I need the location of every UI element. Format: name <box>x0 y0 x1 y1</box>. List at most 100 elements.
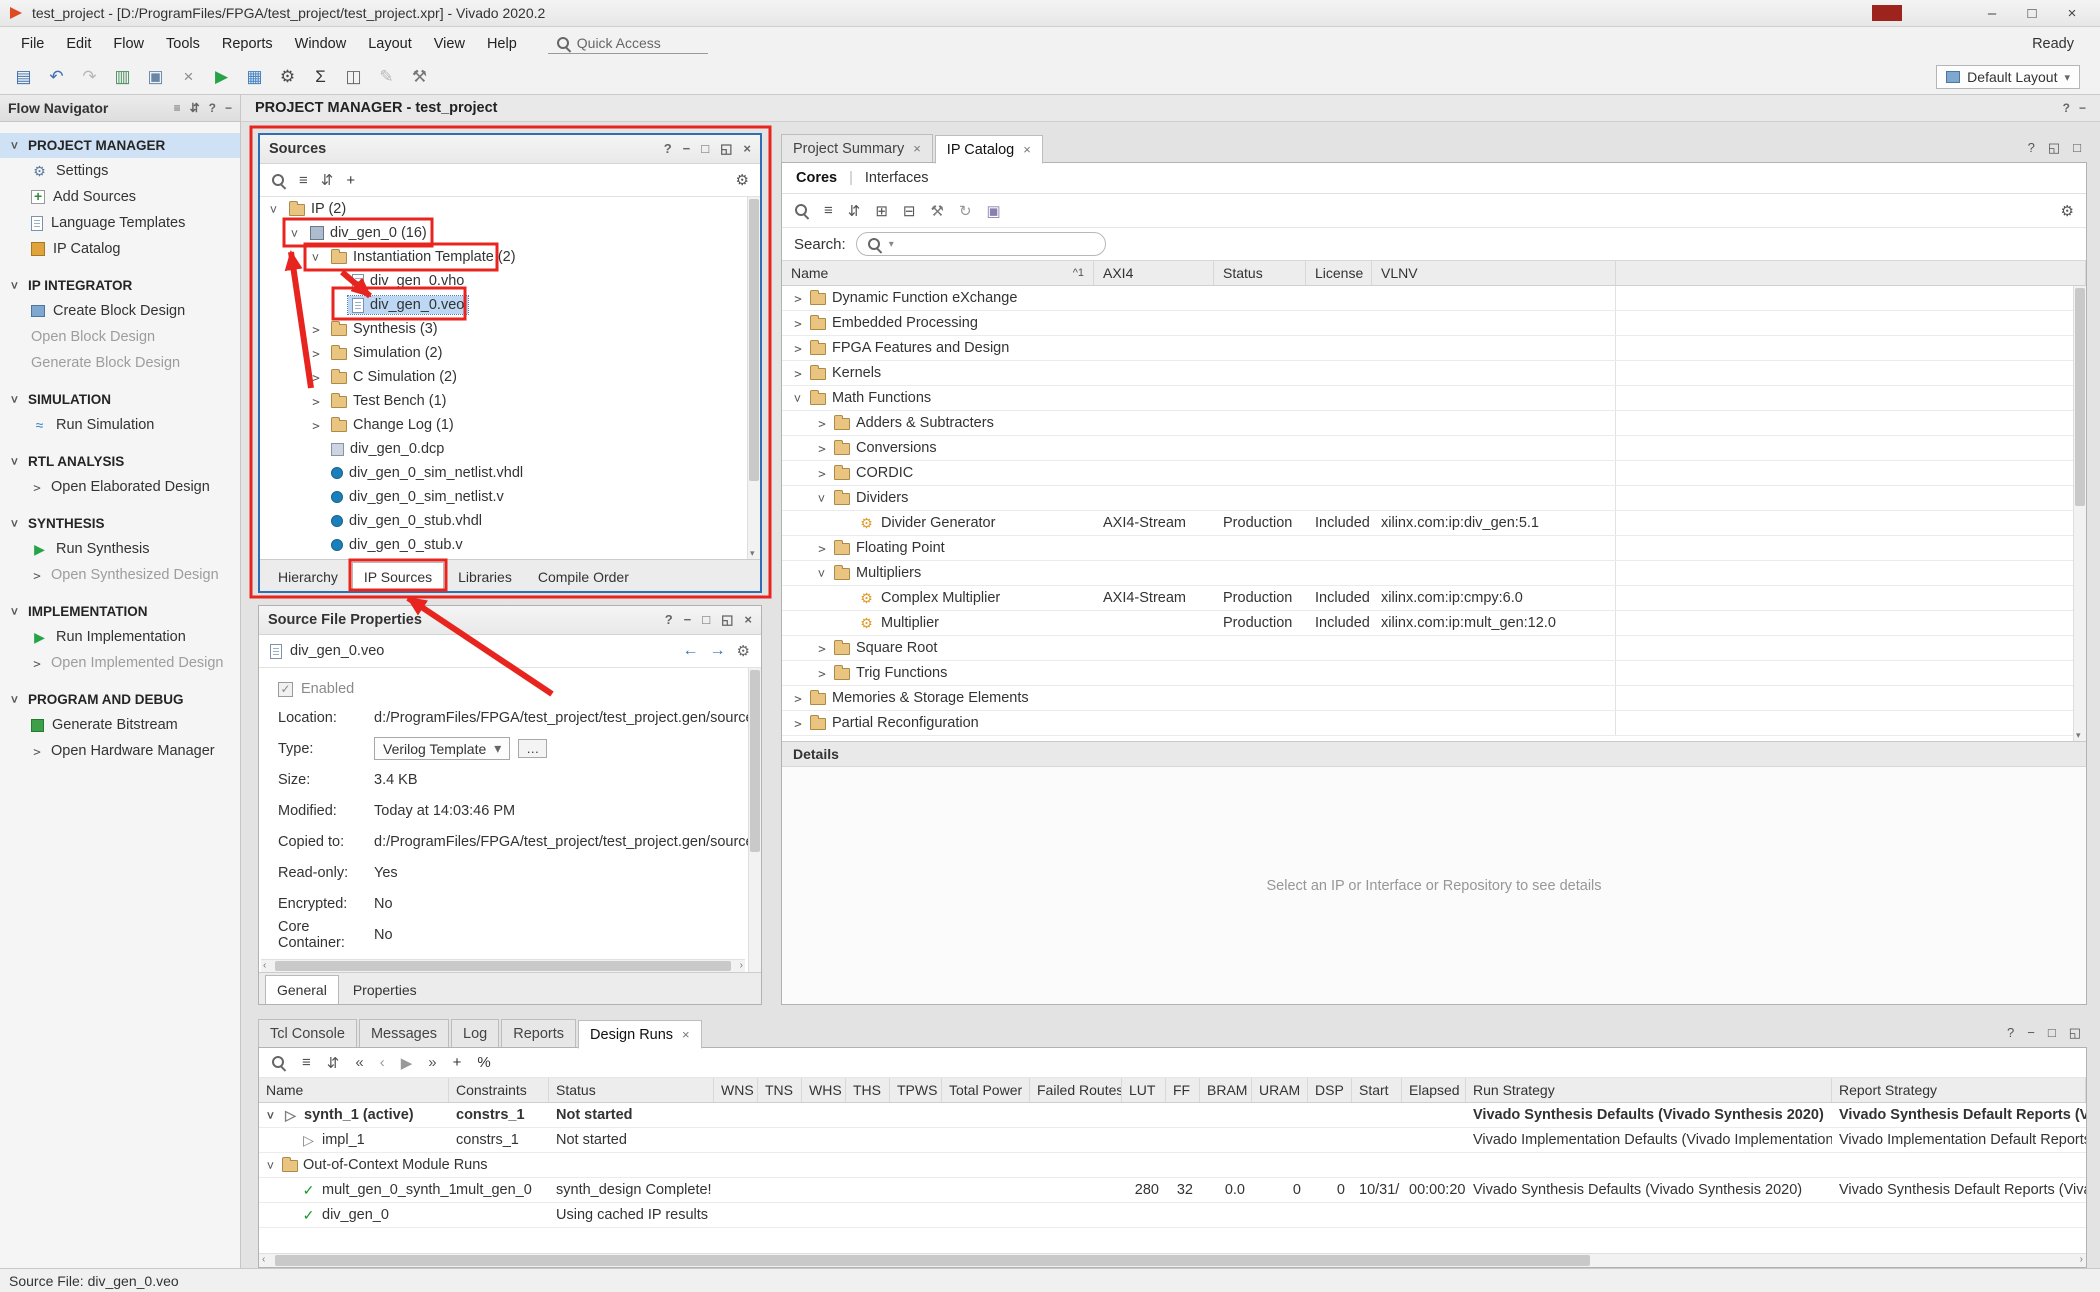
column-header-license[interactable]: License <box>1306 261 1372 285</box>
forward-icon[interactable]: → <box>710 642 726 660</box>
flow-item-open-hardware-manager[interactable]: >Open Hardware Manager <box>0 738 240 764</box>
flow-section-program-and-debug[interactable]: >PROGRAM AND DEBUG <box>0 687 240 712</box>
help-icon[interactable]: ? <box>665 612 673 628</box>
column-header-status[interactable]: Status <box>1214 261 1306 285</box>
menu-flow[interactable]: Flow <box>102 31 155 57</box>
flow-item-run-synthesis[interactable]: ▶Run Synthesis <box>0 536 240 562</box>
tab-messages[interactable]: Messages <box>359 1019 449 1048</box>
collapse-icon[interactable]: ≡ <box>302 1054 311 1071</box>
flow-section-project-manager[interactable]: >PROJECT MANAGER <box>0 133 240 158</box>
flow-item-open-synthesized-design[interactable]: >Open Synthesized Design <box>0 562 240 588</box>
menu-view[interactable]: View <box>423 31 476 57</box>
tree-row[interactable]: >div_gen_0 (16) <box>260 221 760 245</box>
minimize-panel-icon[interactable]: − <box>2027 1025 2035 1041</box>
float-panel-icon[interactable]: ◱ <box>2048 140 2060 156</box>
column-header-wns[interactable]: WNS <box>714 1078 758 1102</box>
vertical-scrollbar[interactable]: ▾ <box>2073 286 2086 741</box>
catalog-row[interactable]: ⚙Complex MultiplierAXI4-StreamProduction… <box>782 586 2086 611</box>
gear-icon[interactable]: ⚙ <box>736 171 749 189</box>
tree-row[interactable]: div_gen_0.veo <box>260 293 760 317</box>
column-header-uram[interactable]: URAM <box>1252 1078 1308 1102</box>
menu-window[interactable]: Window <box>284 31 358 57</box>
menu-file[interactable]: File <box>10 31 55 57</box>
chevron-right-icon[interactable]: > <box>792 691 804 706</box>
column-header-whs[interactable]: WHS <box>802 1078 846 1102</box>
report-icon[interactable]: ▥ <box>109 64 136 90</box>
column-header-total-power[interactable]: Total Power <box>942 1078 1030 1102</box>
flow-section-simulation[interactable]: >SIMULATION <box>0 387 240 412</box>
refresh-icon[interactable]: ↻ <box>959 202 972 220</box>
catalog-row[interactable]: ⚙MultiplierProductionIncludedxilinx.com:… <box>782 611 2086 636</box>
tree-item[interactable]: div_gen_0.dcp <box>327 440 448 458</box>
catalog-row[interactable]: >Trig Functions <box>782 661 2086 686</box>
column-header-failed-routes[interactable]: Failed Routes <box>1030 1078 1122 1102</box>
tree-row[interactable]: div_gen_0_sim_netlist.v <box>260 485 760 509</box>
chevron-right-icon[interactable]: > <box>310 346 322 361</box>
scroll-down-icon[interactable]: ▾ <box>2076 730 2081 741</box>
column-header-run-strategy[interactable]: Run Strategy <box>1466 1078 1832 1102</box>
scroll-left-icon[interactable]: ‹ <box>262 1254 265 1265</box>
enabled-checkbox[interactable]: ✓ <box>278 682 293 697</box>
tree-item[interactable]: div_gen_0_stub.vhdl <box>327 512 486 530</box>
close-panel-icon[interactable]: × <box>743 141 751 157</box>
back-icon[interactable]: ← <box>683 642 699 660</box>
search-icon[interactable] <box>271 1055 286 1070</box>
settings-icon[interactable]: ⚙ <box>274 64 301 90</box>
tree-item[interactable]: div_gen_0 (16) <box>306 224 431 242</box>
column-header-ths[interactable]: THS <box>846 1078 890 1102</box>
scroll-right-icon[interactable]: › <box>2080 1254 2083 1265</box>
expand-icon[interactable]: ⇵ <box>848 202 861 220</box>
maximize-panel-icon[interactable]: □ <box>2073 140 2081 156</box>
close-tab-icon[interactable]: × <box>913 141 921 156</box>
scroll-down-icon[interactable]: ▾ <box>750 548 755 559</box>
help-icon[interactable]: ? <box>2028 140 2035 156</box>
minimize-panel-icon[interactable]: − <box>684 612 692 628</box>
quick-access-search[interactable]: Quick Access <box>548 33 708 54</box>
column-header-constraints[interactable]: Constraints <box>449 1078 549 1102</box>
undo-icon[interactable]: ↶ <box>43 64 70 90</box>
scrollbar-thumb[interactable] <box>750 670 760 852</box>
menu-help[interactable]: Help <box>476 31 528 57</box>
chevron-right-icon[interactable]: > <box>310 394 322 409</box>
first-icon[interactable]: « <box>355 1054 363 1071</box>
sum-icon[interactable]: Σ <box>307 64 334 90</box>
column-header-start[interactable]: Start <box>1352 1078 1402 1102</box>
catalog-row[interactable]: >Dynamic Function eXchange <box>782 286 2086 311</box>
catalog-row[interactable]: >Partial Reconfiguration <box>782 711 2086 736</box>
tab-ip-sources[interactable]: IP Sources <box>352 562 444 591</box>
float-panel-icon[interactable]: ◱ <box>2069 1025 2081 1041</box>
tree-item[interactable]: div_gen_0_sim_netlist.vhdl <box>327 464 527 482</box>
add-icon[interactable]: + <box>453 1054 462 1071</box>
tree-row[interactable]: >Instantiation Template (2) <box>260 245 760 269</box>
properties-icon[interactable]: ⚒ <box>931 202 944 220</box>
tab-ip-catalog[interactable]: IP Catalog × <box>935 135 1043 164</box>
sources-panel-header[interactable]: Sources ? − □ ◱ × <box>260 135 760 164</box>
search-icon[interactable] <box>794 203 809 218</box>
collapse-icon[interactable]: ≡ <box>824 202 833 219</box>
flow-item-run-simulation[interactable]: ≈Run Simulation <box>0 412 240 438</box>
chevron-right-icon[interactable]: > <box>310 418 322 433</box>
column-header-status[interactable]: Status <box>549 1078 714 1102</box>
tools-icon[interactable]: ⚒ <box>406 64 433 90</box>
tree-item[interactable]: div_gen_0_stub.v <box>327 536 467 554</box>
flow-item-open-block-design[interactable]: Open Block Design <box>0 324 240 350</box>
tree-item[interactable]: C Simulation (2) <box>327 368 461 386</box>
flow-section-rtl-analysis[interactable]: >RTL ANALYSIS <box>0 449 240 474</box>
run-row[interactable]: ✓div_gen_0Using cached IP results <box>259 1203 2086 1228</box>
checker-icon[interactable]: ◫ <box>340 64 367 90</box>
minimize-button[interactable]: – <box>1972 0 2012 26</box>
maximize-button[interactable]: □ <box>2012 0 2052 26</box>
prev-icon[interactable]: ‹ <box>380 1054 385 1071</box>
close-panel-icon[interactable]: × <box>744 612 752 628</box>
tree-item[interactable]: Instantiation Template (2) <box>327 248 520 266</box>
tab-hierarchy[interactable]: Hierarchy <box>266 562 350 591</box>
scrollbar-thumb[interactable] <box>2075 288 2085 506</box>
tab-libraries[interactable]: Libraries <box>446 562 524 591</box>
vertical-scrollbar[interactable] <box>748 668 761 972</box>
column-header-name[interactable]: Name <box>259 1078 449 1102</box>
column-header-bram[interactable]: BRAM <box>1200 1078 1252 1102</box>
catalog-row[interactable]: >Memories & Storage Elements <box>782 686 2086 711</box>
chevron-right-icon[interactable]: > <box>816 666 828 681</box>
play-icon[interactable]: ▶ <box>401 1054 413 1072</box>
catalog-row[interactable]: >Adders & Subtracters <box>782 411 2086 436</box>
